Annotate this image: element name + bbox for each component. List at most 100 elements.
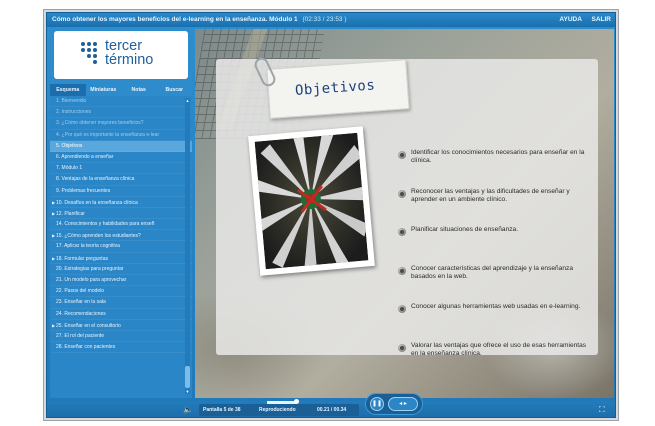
status-bar: Pantalla 5 de 38 Reproduciendo 00.21 / 0… [199,404,359,416]
title-note: Objetivos [266,59,410,119]
outline-item-label: 5. Objetivos [56,142,83,149]
outline-item-label: 12. Planificar [56,210,85,217]
playback-progress[interactable] [267,399,313,404]
dartboard-photo [248,126,375,276]
outline-item-label: 14. Conocimientos y habilidades para ens… [56,221,155,228]
outline-item-label: 23. Enseñar en la sala [56,299,106,306]
outline-item[interactable]: 22. Pasos del modelo [50,286,192,298]
logo-line-2: término [105,52,154,68]
slide-panel: Objetivos Identificar los conocimientos … [216,55,598,357]
prev-next-buttons[interactable]: ◂ ▸ [388,397,418,411]
progress-fill [267,401,296,404]
bullet-icon [398,189,406,198]
outline-item[interactable]: 8. Ventajas de la enseñanza clínica [50,174,192,186]
outline-item[interactable]: 2. Instrucciones [50,107,192,119]
playback-buttons: ❚❚ ◂ ▸ [365,393,423,415]
outline-item-label: 8. Ventajas de la enseñanza clínica [56,176,135,183]
outline-item-label: 3. ¿Cómo obtener mayores beneficios? [56,120,144,127]
outline-item[interactable]: 3. ¿Cómo obtener mayores beneficios? [50,118,192,130]
outline-item-label: 6. Aprendiendo a enseñar [56,153,114,160]
volume-icon[interactable]: 🔈 [183,405,193,414]
slide-title: Objetivos [294,77,376,99]
help-link[interactable]: AYUDA [559,16,581,23]
scroll-thumb[interactable] [185,366,190,388]
playback-timer: 00.21 / 00.34 [317,407,347,413]
objective-text: Conocer características del aprendizaje … [411,264,574,280]
outline-item-label: 4. ¿Por qué es importante la enseñanza e… [56,131,160,138]
title-bar: Cómo obtener los mayores beneficios del … [47,13,615,27]
elearning-player: Cómo obtener los mayores beneficios del … [46,12,616,418]
outline-item-label: 28. Enseñar con pacientes [56,344,116,351]
outline-item[interactable]: 4. ¿Por qué es importante la enseñanza e… [50,130,192,141]
outline-item-label: 20. Estrategias para preguntar [56,265,124,272]
outline-item[interactable]: 27. El rol del paciente [50,331,192,343]
scroll-up-icon[interactable]: ▲ [185,98,190,103]
outline-item-label: 10. Desafíos en la enseñanza clínica [56,199,138,206]
outline-item[interactable]: 21. Un modelo para aprovechar [50,275,192,287]
outline-item-label: 17. Aplicar la teoría cognitiva [56,243,120,250]
player-frame: Cómo obtener los mayores beneficios del … [43,9,619,421]
outline-item[interactable]: 17. Aplicar la teoría cognitiva [50,241,192,253]
slide-counter: Pantalla 5 de 38 [203,407,241,413]
objective-text: Conocer algunas herramientas web usadas … [411,303,581,311]
course-title: Cómo obtener los mayores beneficios del … [52,16,347,23]
fullscreen-icon[interactable]: ⛶ [599,405,605,415]
title-links: AYUDA SALIR [551,16,611,23]
bullet-icon [398,228,406,237]
objective-text: Planificar situaciones de enseñanza. [411,226,519,234]
outline-item[interactable]: ▶15. ¿Cómo aprenden los estudiantes? [50,230,192,242]
page: Cómo obtener los mayores beneficios del … [0,0,655,426]
outline-item-label: 22. Pasos del modelo [56,288,105,295]
objective-text: Reconocer las ventajas y las dificultade… [411,187,570,203]
bullet-icon [398,266,406,275]
bullet-icon [398,305,406,314]
outline-item[interactable]: 7. Módulo 1 [50,163,192,175]
tab-esquema[interactable]: Esquema [50,84,86,96]
outline-item[interactable]: 23. Enseñar en la sala [50,297,192,309]
outline-item[interactable]: 14. Conocimientos y habilidades para ens… [50,219,192,231]
outline-item[interactable]: ▶18. Formular preguntas [50,253,192,264]
progress-knob[interactable] [293,399,299,404]
outline-item[interactable]: 1. Bienvenido [50,96,192,108]
outline-item-label: 24. Recomendaciones [56,310,106,317]
objective-item: Conocer características del aprendizaje … [398,265,593,304]
outline-item[interactable]: 9. Problemas frecuentes [50,186,192,197]
outline-item-label: 1. Bienvenido [56,98,87,104]
scroll-down-icon[interactable]: ▼ [185,389,190,394]
outline-item[interactable]: 5. Objetivos [50,140,192,152]
exit-link[interactable]: SALIR [592,16,612,23]
pause-button[interactable]: ❚❚ [370,397,384,411]
sidebar-tabs: Esquema Miniaturas Notas Buscar [50,84,192,96]
logo-line-1: tercer [105,38,143,54]
playback-status: Reproduciendo [259,407,296,413]
objective-item: Identificar los conocimientos necesarios… [398,149,593,188]
tab-buscar[interactable]: Buscar [157,84,193,96]
logo-dots-icon [81,42,103,64]
bullet-icon [398,343,406,352]
outline-item-label: 25. Enseñar en el consultorio [56,322,121,329]
course-title-text: Cómo obtener los mayores beneficios del … [52,16,298,23]
objective-text: Identificar los conocimientos necesarios… [411,149,585,165]
objectives-list: Identificar los conocimientos necesarios… [398,149,593,381]
outline-item[interactable]: 28. Enseñar con pacientes [50,342,192,354]
outline-list: 1. Bienvenido 2. Instrucciones 3. ¿Cómo ob… [50,96,192,398]
outline-item-label: 18. Formular preguntas [56,255,108,262]
outline-item[interactable]: ▶12. Planificar [50,208,192,220]
objective-item: Conocer algunas herramientas web usadas … [398,303,593,342]
dartboard-image [254,132,369,270]
outline-item[interactable]: 20. Estrategias para preguntar [50,264,192,275]
outline-item-label: 9. Problemas frecuentes [56,187,111,194]
outline-item-label: 21. Un modelo para aprovechar [56,277,127,283]
outline-item[interactable]: ▶25. Enseñar en el consultorio [50,320,192,331]
outline-item[interactable]: ▶10. Desafíos en la enseñanza clínica [50,197,192,208]
outline-item-label: 27. El rol del paciente [56,332,105,339]
objective-item: Planificar situaciones de enseñanza. [398,226,593,265]
objective-item: Reconocer las ventajas y las dificultade… [398,188,593,227]
outline-item[interactable]: 24. Recomendaciones [50,309,192,320]
tab-notas[interactable]: Notas [121,84,157,96]
outline-item-label: 7. Módulo 1 [56,165,83,172]
outline-scrollbar[interactable]: ▲ ▼ [185,98,190,394]
tab-miniaturas[interactable]: Miniaturas [86,84,122,96]
outline-item[interactable]: 6. Aprendiendo a enseñar [50,152,192,164]
bullet-icon [398,151,406,159]
